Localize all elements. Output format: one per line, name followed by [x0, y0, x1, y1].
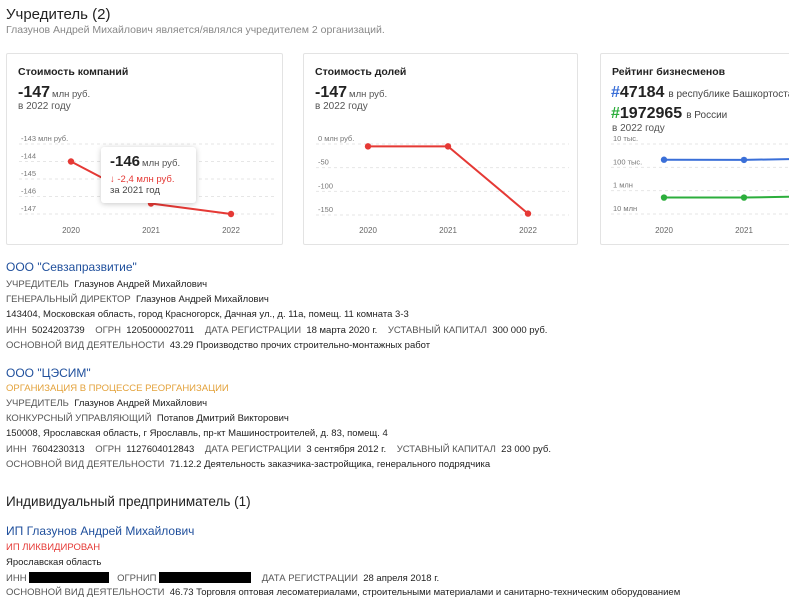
data-point [444, 143, 452, 150]
org-status: ОРГАНИЗАЦИЯ В ПРОЦЕССЕ РЕОРГАНИЗАЦИИ [6, 383, 229, 394]
ip-region: Ярославская область [6, 557, 102, 568]
x-tick-label: 2022 [222, 226, 240, 235]
data-point [740, 194, 748, 201]
org-director: ГЕНЕРАЛЬНЫЙ ДИРЕКТОР Глазунов Андрей Мих… [6, 294, 269, 305]
x-tick-label: 2021 [735, 226, 753, 235]
redacted-inn [29, 572, 110, 583]
tooltip-year: за 2021 год [110, 185, 160, 196]
x-tick-label: 2020 [655, 226, 673, 235]
y-tick-label: 10 тыс. [613, 134, 638, 143]
ip-link[interactable]: ИП Глазунов Андрей Михайлович [6, 524, 194, 538]
data-point [227, 210, 235, 218]
y-tick-label: -100 [318, 181, 333, 190]
y-tick-label: -145 [21, 169, 36, 178]
org-link[interactable]: ООО "ЦЭСИМ" [6, 366, 91, 380]
x-tick-label: 2021 [439, 226, 457, 235]
data-point [524, 210, 532, 217]
x-tick-label: 2022 [519, 226, 537, 235]
org-link[interactable]: ООО "Севзапразвитие" [6, 260, 137, 274]
businessman-rating-card[interactable]: Рейтинг бизнесменов #47184 в республике Б… [600, 53, 789, 245]
org-founder: УЧРЕДИТЕЛЬ Глазунов Андрей Михайлович [6, 398, 208, 409]
data-point [364, 143, 372, 150]
data-point [660, 194, 668, 201]
y-tick-label: 100 тыс. [613, 157, 642, 166]
y-tick-label: -146 [21, 187, 36, 196]
ip-section-title: Индивидуальный предприниматель (1) [6, 494, 251, 509]
section-title: Учредитель (2) [6, 6, 111, 23]
series-line [368, 145, 529, 215]
series-line [664, 195, 789, 199]
org-ids: ИНН 5024203739 ОГРН 1205000027011 ДАТА Р… [6, 325, 548, 336]
org-activity: ОСНОВНОЙ ВИД ДЕЯТЕЛЬНОСТИ 71.12.2 Деятел… [6, 459, 491, 470]
y-tick-label: -150 [318, 205, 333, 214]
y-tick-label: 0 млн руб. [318, 134, 354, 143]
ip-activity: ОСНОВНОЙ ВИД ДЕЯТЕЛЬНОСТИ 46.73 Торговля… [6, 587, 681, 598]
x-tick-label: 2020 [359, 226, 377, 235]
x-tick-label: 2020 [62, 226, 80, 235]
data-point [67, 158, 75, 165]
y-tick-label: 1 млн [613, 181, 633, 190]
tooltip-value: -146 млн руб. [110, 153, 181, 170]
x-tick-label: 2021 [142, 226, 160, 235]
org-address: 143404, Московская область, город Красно… [6, 309, 409, 320]
ip-status: ИП ЛИКВИДИРОВАН [6, 542, 101, 553]
rating-chart[interactable]: 10 тыс. 100 тыс. 1 млн 10 млн 2020 2021 [601, 54, 789, 244]
shares-value-card[interactable]: Стоимость долей -147 млн руб. в 2022 году… [303, 53, 578, 245]
org-director: КОНКУРСНЫЙ УПРАВЛЯЮЩИЙ Потапов Дмитрий В… [6, 413, 289, 424]
ip-ids: ИНН ОГРНИП ДАТА РЕГИСТРАЦИИ 28 апреля 20… [6, 572, 440, 584]
y-tick-label: 10 млн [613, 204, 637, 213]
org-ids: ИНН 7604230313 ОГРН 1127604012843 ДАТА Р… [6, 444, 551, 455]
y-tick-label: -143 млн руб. [21, 134, 68, 143]
shares-chart[interactable]: 0 млн руб. -50 -100 -150 2020 2021 2022 [304, 54, 577, 244]
org-founder: УЧРЕДИТЕЛЬ Глазунов Андрей Михайлович [6, 279, 208, 290]
data-point [740, 156, 748, 164]
redacted-ogrnip [159, 572, 252, 583]
series-line [663, 158, 789, 161]
data-point [660, 156, 668, 163]
y-tick-label: -147 [21, 204, 36, 213]
chart-tooltip: -146 млн руб. ↓ -2,4 млн руб. за 2021 год [101, 147, 196, 203]
org-activity: ОСНОВНОЙ ВИД ДЕЯТЕЛЬНОСТИ 43.29 Производ… [6, 340, 431, 351]
org-address: 150008, Ярославская область, г Ярославль… [6, 428, 388, 439]
y-tick-label: -144 [21, 152, 36, 161]
tooltip-delta: ↓ -2,4 млн руб. [110, 174, 175, 185]
y-tick-label: -50 [318, 158, 329, 167]
section-subtitle: Глазунов Андрей Михайлович является/явля… [6, 24, 385, 36]
